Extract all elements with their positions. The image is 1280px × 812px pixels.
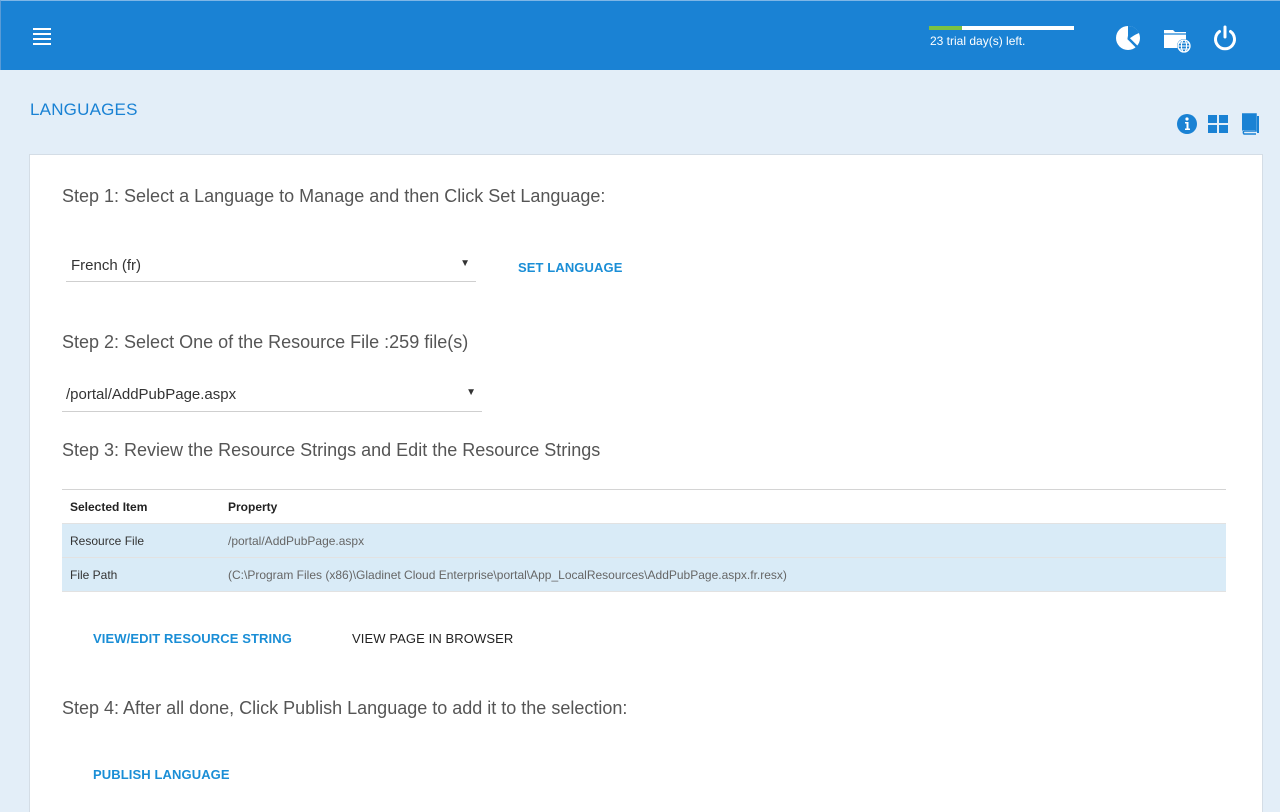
- column-header: Property: [228, 500, 278, 514]
- page-title: LANGUAGES: [30, 100, 138, 119]
- trial-progress-bar: [929, 26, 1074, 30]
- language-select-value: French (fr): [71, 257, 142, 274]
- trial-days-text: 23 trial day(s) left.: [930, 34, 1026, 48]
- power-icon[interactable]: [1210, 23, 1240, 53]
- trial-progress-fill: [929, 26, 963, 30]
- resource-file-select[interactable]: /portal/AddPubPage.aspx ▼: [62, 383, 482, 412]
- view-edit-resource-string-button[interactable]: VIEW/EDIT RESOURCE STRING: [93, 631, 292, 646]
- hamburger-menu-icon[interactable]: [33, 28, 51, 45]
- table-cell: File Path: [70, 568, 118, 582]
- table-cell: Resource File: [70, 534, 145, 548]
- table-cell: /portal/AddPubPage.aspx: [228, 534, 365, 548]
- table-row[interactable]: Resource File /portal/AddPubPage.aspx: [62, 524, 1226, 558]
- folder-globe-icon[interactable]: [1162, 23, 1192, 53]
- view-page-in-browser-button[interactable]: VIEW PAGE IN BROWSER: [352, 631, 513, 646]
- set-language-button[interactable]: SET LANGUAGE: [518, 260, 622, 275]
- info-icon[interactable]: [1176, 113, 1198, 135]
- dashboard-pie-icon[interactable]: [1113, 23, 1143, 53]
- table-row[interactable]: File Path (C:\Program Files (x86)\Gladin…: [62, 558, 1226, 592]
- resource-file-select-value: /portal/AddPubPage.aspx: [66, 386, 237, 403]
- publish-language-button[interactable]: PUBLISH LANGUAGE: [93, 767, 230, 782]
- step4-label: Step 4: After all done, Click Publish La…: [62, 698, 628, 718]
- table-cell: (C:\Program Files (x86)\Gladinet Cloud E…: [228, 568, 787, 582]
- step3-label: Step 3: Review the Resource Strings and …: [62, 440, 601, 460]
- dropdown-arrow-icon: ▼: [466, 387, 476, 398]
- top-bar: 23 trial day(s) left.: [0, 0, 1280, 70]
- resource-table: Selected Item Property Resource File /po…: [62, 489, 1226, 592]
- table-header-row: Selected Item Property: [62, 490, 1226, 524]
- step1-label: Step 1: Select a Language to Manage and …: [62, 186, 606, 206]
- book-icon[interactable]: [1239, 113, 1261, 135]
- dropdown-arrow-icon: ▼: [460, 258, 470, 269]
- step2-label: Step 2: Select One of the Resource File …: [62, 332, 469, 352]
- grid-view-icon[interactable]: [1207, 113, 1229, 135]
- column-header: Selected Item: [70, 500, 148, 514]
- language-select[interactable]: French (fr) ▼: [66, 254, 476, 282]
